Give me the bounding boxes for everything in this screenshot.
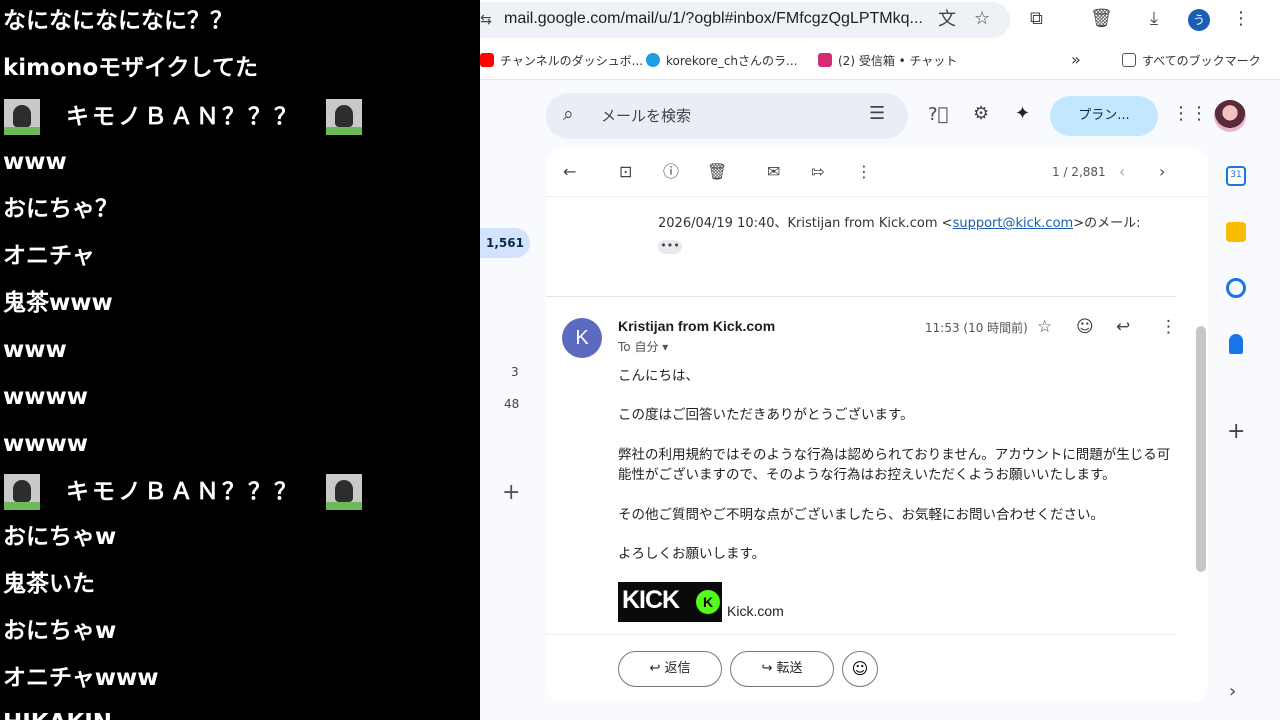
browser-menu-icon[interactable]: ⋮ bbox=[1232, 9, 1250, 29]
user-avatar-icon bbox=[4, 99, 40, 135]
kick-logo-text: KICK bbox=[622, 586, 680, 614]
tasks-icon[interactable] bbox=[1226, 278, 1246, 298]
account-avatar[interactable] bbox=[1214, 100, 1246, 132]
bookmark-item[interactable]: korekore_chさんのラ... bbox=[646, 52, 797, 69]
chat-message: キモノＢＡＮ？？？ bbox=[4, 474, 362, 510]
chat-message: wwww bbox=[3, 431, 88, 457]
expand-panel-icon[interactable]: › bbox=[1229, 681, 1236, 702]
extensions-icon[interactable]: ⧉ bbox=[1030, 9, 1043, 29]
divider bbox=[546, 196, 1208, 197]
add-label-icon[interactable]: + bbox=[502, 480, 520, 505]
user-avatar-icon bbox=[326, 474, 362, 510]
divider bbox=[546, 296, 1176, 297]
search-options-icon[interactable]: ☰ bbox=[869, 104, 885, 124]
site-info-icon[interactable]: ⇆ bbox=[480, 10, 492, 30]
chat-message: HIKAKIN bbox=[3, 708, 112, 720]
gemini-sparkle-icon[interactable]: ✦ bbox=[1015, 104, 1030, 124]
reply-arrow-icon: ↩ bbox=[649, 661, 665, 676]
chat-message: オニチャ bbox=[3, 243, 95, 269]
user-avatar-icon bbox=[326, 99, 362, 135]
newer-chevron-icon[interactable]: ‹ bbox=[1119, 162, 1125, 182]
search-icon[interactable]: ⌕ bbox=[563, 104, 574, 124]
chat-message: おにちゃw bbox=[3, 524, 117, 550]
keep-icon[interactable] bbox=[1226, 222, 1246, 242]
all-bookmarks[interactable]: すべてのブックマーク bbox=[1122, 52, 1261, 69]
chat-message: おにちゃw bbox=[3, 618, 117, 644]
bookmarks-overflow-icon[interactable]: » bbox=[1071, 50, 1081, 69]
url-text[interactable]: mail.google.com/mail/u/1/?ogbl#inbox/FMf… bbox=[504, 10, 923, 28]
add-addon-icon[interactable]: + bbox=[1227, 421, 1245, 443]
recipient-details[interactable]: To 自分 ▾ bbox=[618, 338, 668, 355]
instagram-icon bbox=[818, 53, 832, 67]
trash-icon[interactable]: 🗑 bbox=[1090, 9, 1113, 29]
chat-message: www bbox=[3, 149, 67, 175]
contacts-icon[interactable] bbox=[1229, 334, 1243, 354]
inbox-count-badge[interactable]: 1,561 bbox=[480, 228, 530, 258]
chat-message: 鬼茶www bbox=[3, 290, 113, 316]
chat-message: kimonoモザイクしてた bbox=[3, 55, 258, 81]
pagination-text: 1 / 2,881 bbox=[1052, 165, 1106, 179]
reply-button[interactable]: ↩ 返信 bbox=[618, 651, 722, 687]
divider bbox=[546, 634, 1176, 635]
body-paragraph: 弊社の利用規約ではそのような行為は認められておりません。アカウントに問題が生じる… bbox=[618, 447, 1171, 483]
download-icon[interactable]: ⤓ bbox=[1150, 9, 1158, 29]
chat-message-text: キモノＢＡＮ？？？ bbox=[66, 104, 300, 130]
forward-button[interactable]: ↪ 転送 bbox=[730, 651, 834, 687]
body-paragraph: よろしくお願いします。 bbox=[618, 546, 766, 562]
kick-mark-icon: K bbox=[696, 590, 720, 614]
chat-message: おにちゃ？ bbox=[3, 196, 118, 222]
scrollbar[interactable] bbox=[1196, 326, 1206, 572]
help-icon[interactable]: ?⃝ bbox=[928, 105, 948, 125]
chat-message: wwww bbox=[3, 384, 88, 410]
mark-unread-icon[interactable]: ✉ bbox=[767, 162, 780, 182]
body-paragraph: この度はご回答いただきありがとうございます。 bbox=[618, 407, 914, 423]
back-arrow-icon[interactable]: ← bbox=[563, 162, 576, 182]
rail-count: 3 bbox=[511, 365, 519, 379]
message-time: 11:53 (10 時間前) bbox=[925, 321, 1028, 335]
chat-message: オニチャwww bbox=[3, 665, 159, 691]
message-more-icon[interactable]: ⋮ bbox=[1160, 317, 1177, 337]
rail-count: 48 bbox=[504, 397, 520, 411]
delete-icon[interactable]: 🗑 bbox=[707, 162, 727, 182]
settings-gear-icon[interactable]: ⚙ bbox=[973, 104, 989, 124]
chat-message: www bbox=[3, 337, 67, 363]
show-trimmed-button[interactable]: ••• bbox=[658, 240, 682, 254]
bookmark-item[interactable]: チャンネルのダッシュボ... bbox=[480, 52, 643, 69]
emoji-react-icon[interactable]: ☺ bbox=[1076, 317, 1094, 337]
youtube-icon bbox=[480, 53, 494, 67]
archive-icon[interactable]: ⊡ bbox=[619, 162, 632, 182]
kick-site-text: Kick.com bbox=[727, 603, 784, 619]
sender-email-link[interactable]: support@kick.com bbox=[953, 216, 1074, 231]
bookmark-star-icon[interactable]: ☆ bbox=[974, 9, 990, 29]
user-avatar-icon bbox=[4, 474, 40, 510]
move-to-icon[interactable]: ⇰ bbox=[811, 162, 824, 182]
body-paragraph: その他ご質問やご不明な点がございましたら、お気軽にお問い合わせください。 bbox=[618, 507, 1104, 523]
bookmark-item[interactable]: (2) 受信箱 • チャット bbox=[818, 52, 957, 69]
older-chevron-icon[interactable]: › bbox=[1159, 162, 1165, 182]
chat-message: 鬼茶いた bbox=[3, 571, 95, 597]
chat-message: なになになになに？？ bbox=[3, 8, 233, 34]
sender-avatar[interactable]: K bbox=[562, 318, 602, 358]
folder-icon bbox=[1122, 53, 1136, 67]
star-icon[interactable]: ☆ bbox=[1037, 317, 1052, 337]
chat-message: キモノＢＡＮ？？？ bbox=[4, 99, 362, 135]
browser-profile-avatar[interactable]: う bbox=[1188, 9, 1210, 31]
more-options-icon[interactable]: ⋮ bbox=[856, 162, 872, 182]
plan-button[interactable]: プラン... bbox=[1050, 96, 1158, 136]
quoted-header: 2026/04/19 10:40、Kristijan from Kick.com… bbox=[658, 216, 1141, 231]
report-spam-icon[interactable]: ⓘ bbox=[663, 162, 679, 182]
search-input[interactable]: メールを検索 bbox=[601, 105, 691, 126]
chat-message-text: キモノＢＡＮ？？？ bbox=[66, 479, 300, 505]
headphones-icon bbox=[646, 53, 660, 67]
reply-icon[interactable]: ↩ bbox=[1116, 317, 1130, 337]
sender-name[interactable]: Kristijan from Kick.com bbox=[618, 318, 775, 334]
forward-arrow-icon: ↪ bbox=[761, 661, 777, 676]
apps-grid-icon[interactable]: ⋮⋮ bbox=[1172, 104, 1208, 124]
emoji-button[interactable]: ☺ bbox=[842, 651, 878, 687]
translate-icon[interactable]: ⽂ bbox=[938, 10, 956, 30]
chat-overlay: なになになになに？？ kimonoモザイクしてた キモノＢＡＮ？？？ www お… bbox=[0, 0, 480, 720]
calendar-icon[interactable]: 31 bbox=[1226, 166, 1246, 186]
body-paragraph: こんにちは、 bbox=[618, 368, 699, 384]
